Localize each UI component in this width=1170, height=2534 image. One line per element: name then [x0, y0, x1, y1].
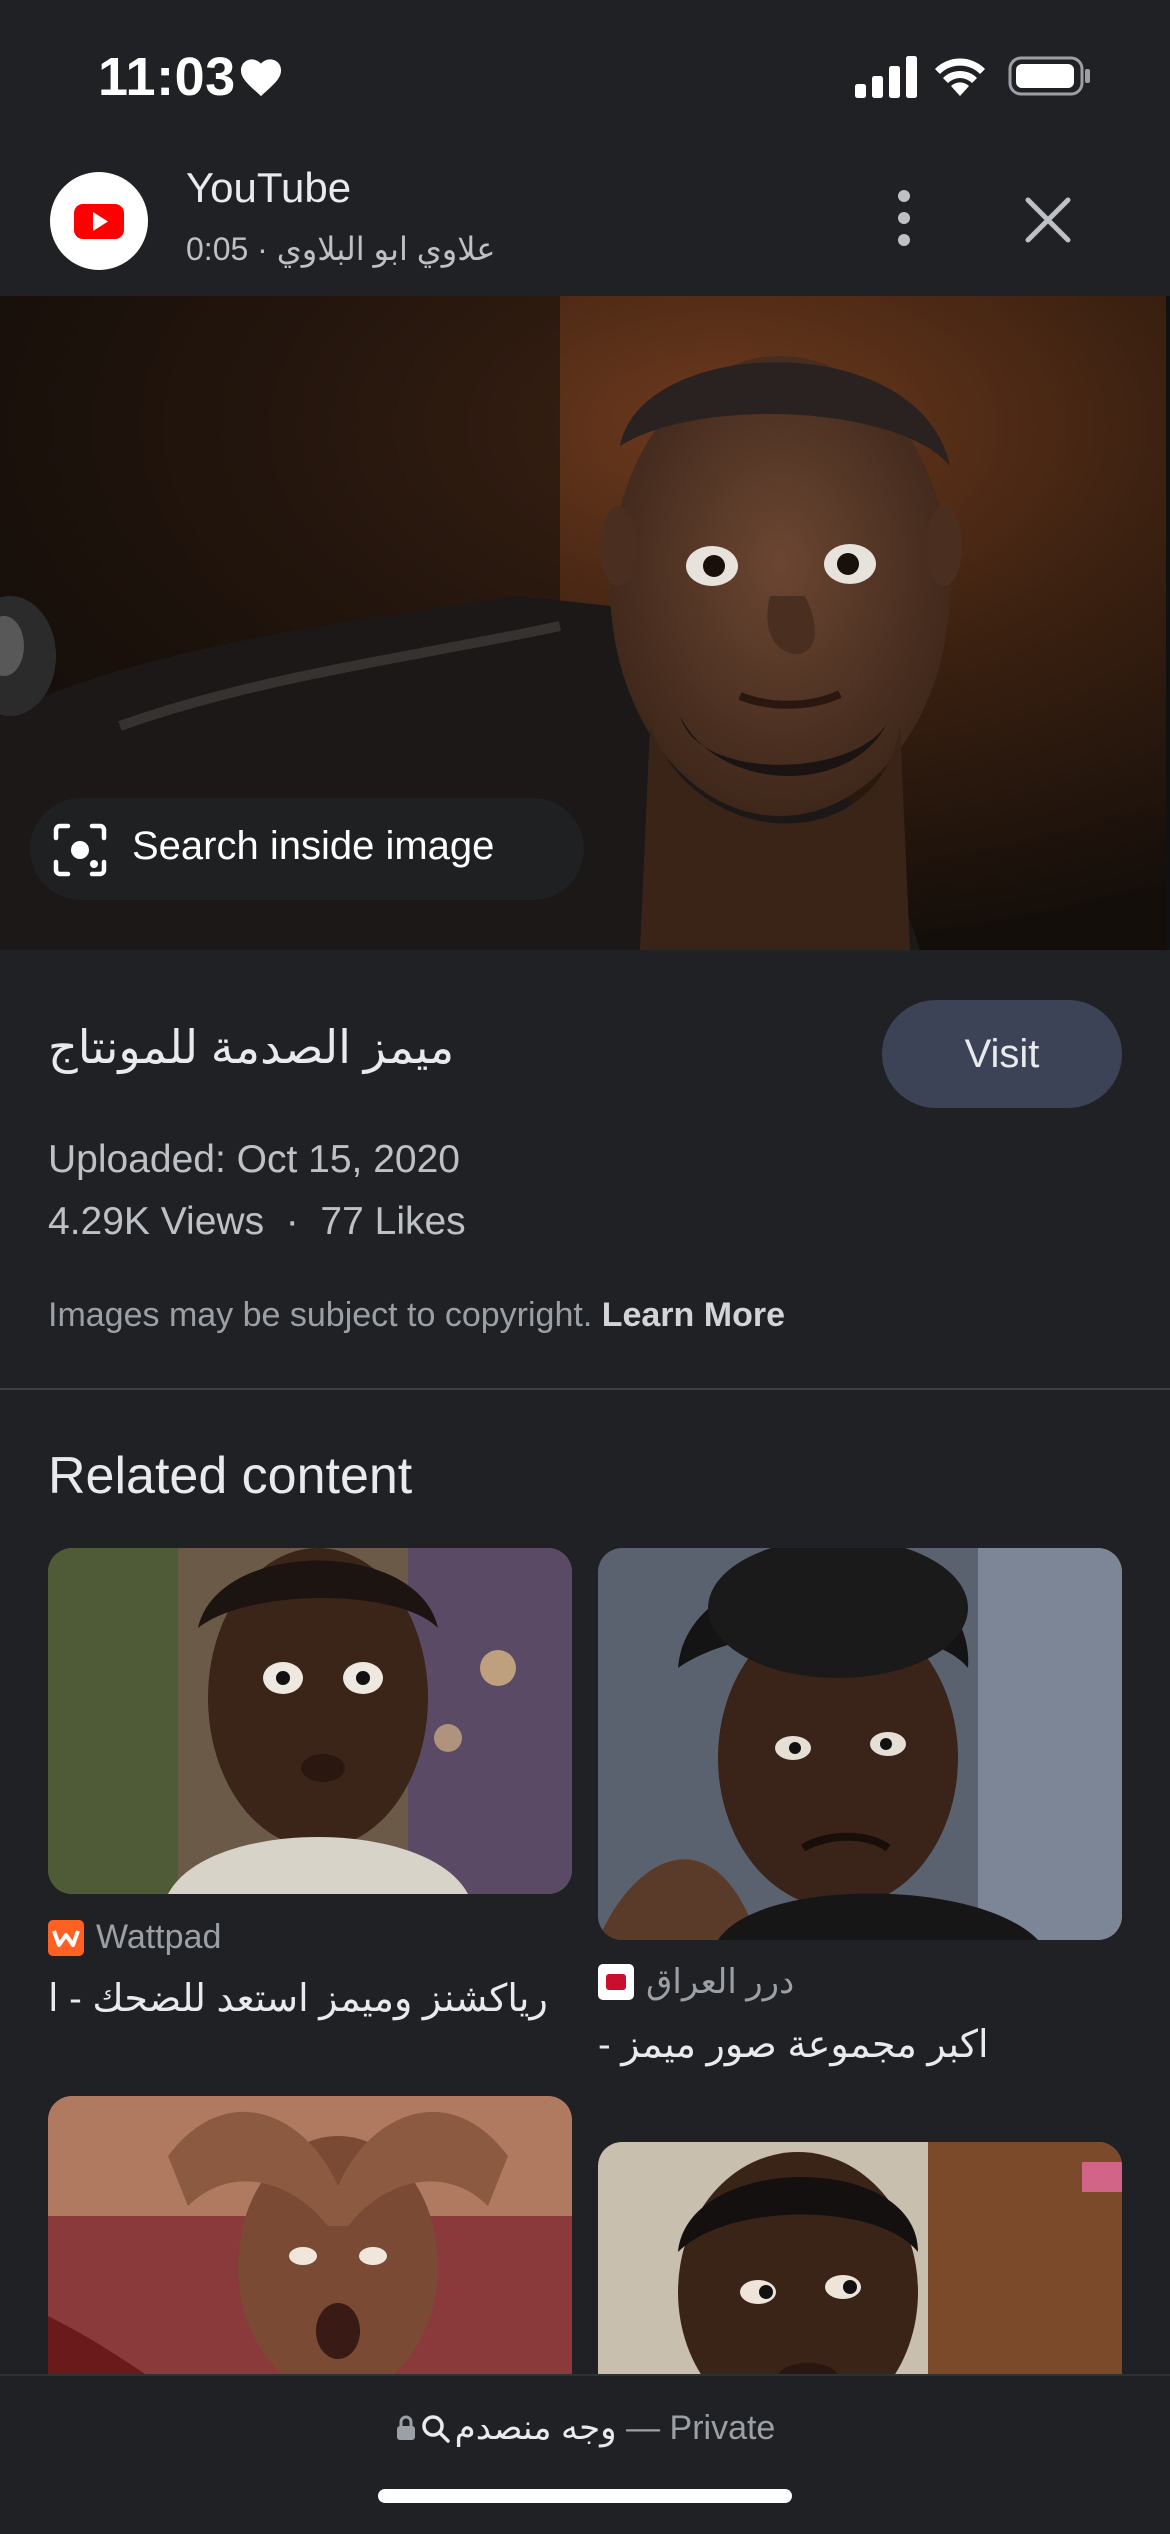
- related-thumbnail[interactable]: [598, 1548, 1122, 1940]
- related-caption[interactable]: رياكشنز وميمز استعد للضحك - ا: [48, 1976, 548, 2021]
- page-title[interactable]: ميمز الصدمة للمونتاج: [48, 1020, 454, 1074]
- cellular-signal-icon: [855, 56, 917, 98]
- private-mode-label: Private: [669, 2409, 776, 2447]
- source-title[interactable]: YouTube: [186, 164, 351, 212]
- home-indicator[interactable]: [378, 2489, 792, 2503]
- visit-button[interactable]: Visit: [882, 1000, 1122, 1108]
- heart-icon: [240, 59, 282, 97]
- battery-icon: [1008, 56, 1090, 96]
- related-content-heading: Related content: [48, 1447, 413, 1505]
- view-like-stats: 4.29K Views · 77 Likes: [48, 1200, 466, 1243]
- search-query: وجه منصدم: [454, 2409, 617, 2447]
- separator: —: [626, 2409, 661, 2447]
- related-caption[interactable]: اكبر مجموعة صور ميمز -: [598, 2022, 989, 2067]
- search-inside-image-label: Search inside image: [132, 824, 495, 868]
- durar-aliraq-logo-icon: [598, 1964, 634, 2000]
- related-source-name: درر العراق: [646, 1963, 795, 2001]
- search-icon: [421, 2415, 450, 2443]
- divider: [0, 1388, 1170, 1390]
- search-query-bar[interactable]: وجه منصدم — Private: [0, 2408, 1170, 2448]
- wifi-icon: [935, 58, 985, 96]
- related-source-name: Wattpad: [96, 1918, 222, 1956]
- related-thumbnail[interactable]: [48, 1548, 572, 1894]
- upload-date: Uploaded: Oct 15, 2020: [48, 1138, 460, 1181]
- related-source[interactable]: درر العراق: [598, 1962, 794, 2002]
- related-source[interactable]: Wattpad: [48, 1918, 221, 1957]
- youtube-logo-icon: [50, 172, 148, 270]
- more-options-icon[interactable]: [876, 182, 932, 254]
- lens-icon: [53, 823, 107, 877]
- browser-bottom-bar: [0, 2374, 1170, 2534]
- related-thumbnail[interactable]: [48, 2096, 572, 2396]
- related-thumbnail[interactable]: [598, 2142, 1122, 2396]
- wattpad-logo-icon: [48, 1919, 84, 1956]
- copyright-text: Images may be subject to copyright.: [48, 1296, 593, 1334]
- search-inside-image-button[interactable]: Search inside image: [30, 798, 584, 900]
- lock-icon: [396, 2415, 415, 2440]
- copyright-notice: Images may be subject to copyright. Lear…: [48, 1296, 785, 1335]
- close-icon[interactable]: [1014, 186, 1082, 254]
- status-time: 11:03: [98, 47, 236, 107]
- source-subtitle: 0:05 · علاوي ابو البلاوي: [186, 231, 496, 267]
- learn-more-link[interactable]: Learn More: [602, 1296, 785, 1334]
- source-header: [0, 150, 1170, 298]
